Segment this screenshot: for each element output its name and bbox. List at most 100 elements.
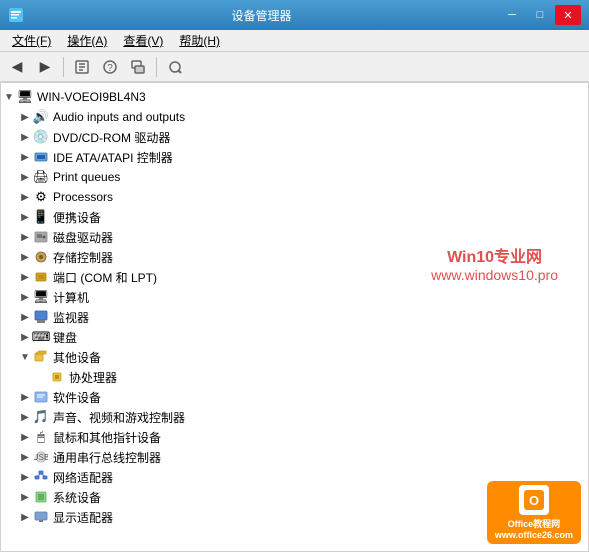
tree-item-other[interactable]: ▼ 其他设备 xyxy=(1,347,588,367)
dvd-expander[interactable]: ▶ xyxy=(17,129,33,145)
forward-button[interactable]: ▶ xyxy=(32,55,58,79)
print-expander[interactable]: ▶ xyxy=(17,169,33,185)
display-expander[interactable]: ▶ xyxy=(17,509,33,525)
keyboard-label: 键盘 xyxy=(53,329,77,346)
svg-text:?: ? xyxy=(107,63,113,74)
storage-expander[interactable]: ▶ xyxy=(17,249,33,265)
audio-label: Audio inputs and outputs xyxy=(53,110,185,124)
other-label: 其他设备 xyxy=(53,349,101,366)
device-tree: ▼ 🖥 WIN-VOEOI9BL4N3 ▶ 🔊 Audio inputs and… xyxy=(1,83,588,531)
ide-label: IDE ATA/ATAPI 控制器 xyxy=(53,149,173,166)
tree-item-usb[interactable]: ▶ USB 通用串行总线控制器 xyxy=(1,447,588,467)
title-bar: 设备管理器 ─ □ ✕ xyxy=(0,0,589,30)
menu-help[interactable]: 帮助(H) xyxy=(171,30,228,51)
root-expander[interactable]: ▼ xyxy=(1,89,17,105)
print-icon: 🖨 xyxy=(33,169,49,185)
tree-item-print[interactable]: ▶ 🖨 Print queues xyxy=(1,167,588,187)
minimize-button[interactable]: ─ xyxy=(499,5,525,25)
coprocessor-icon xyxy=(49,369,65,385)
network-label: 网络适配器 xyxy=(53,469,113,486)
window-controls: ─ □ ✕ xyxy=(499,5,581,25)
mouse-label: 鼠标和其他指针设备 xyxy=(53,429,161,446)
computer-expander[interactable]: ▶ xyxy=(17,289,33,305)
tree-item-dvd[interactable]: ▶ 💿 DVD/CD-ROM 驱动器 xyxy=(1,127,588,147)
menu-file[interactable]: 文件(F) xyxy=(4,30,59,51)
disk-icon xyxy=(33,229,49,245)
dvd-label: DVD/CD-ROM 驱动器 xyxy=(53,129,170,146)
ide-expander[interactable]: ▶ xyxy=(17,149,33,165)
tree-item-audio[interactable]: ▶ 🔊 Audio inputs and outputs xyxy=(1,107,588,127)
sound-expander[interactable]: ▶ xyxy=(17,409,33,425)
usb-icon: USB xyxy=(33,449,49,465)
disk-label: 磁盘驱动器 xyxy=(53,229,113,246)
tree-item-ide[interactable]: ▶ IDE ATA/ATAPI 控制器 xyxy=(1,147,588,167)
svg-text:USB: USB xyxy=(34,453,48,462)
scan-button[interactable] xyxy=(162,55,188,79)
office-logo: O xyxy=(519,485,549,515)
proc-expander[interactable]: ▶ xyxy=(17,189,33,205)
system-icon xyxy=(33,489,49,505)
close-button[interactable]: ✕ xyxy=(555,5,581,25)
properties-button[interactable] xyxy=(69,55,95,79)
disk-expander[interactable]: ▶ xyxy=(17,229,33,245)
coprocessor-label: 协处理器 xyxy=(69,369,117,386)
tree-item-storage[interactable]: ▶ 存储控制器 xyxy=(1,247,588,267)
back-button[interactable]: ◀ xyxy=(4,55,30,79)
mouse-icon: 🖱 xyxy=(33,429,49,445)
menu-view[interactable]: 查看(V) xyxy=(115,30,171,51)
office-badge[interactable]: O Office教程网 www.office26.com xyxy=(487,481,581,544)
portable-expander[interactable]: ▶ xyxy=(17,209,33,225)
monitor-label: 监视器 xyxy=(53,309,89,326)
port-label: 端口 (COM 和 LPT) xyxy=(53,269,157,286)
monitor-expander[interactable]: ▶ xyxy=(17,309,33,325)
computer-icon: 🖥 xyxy=(17,89,33,105)
system-expander[interactable]: ▶ xyxy=(17,489,33,505)
software-label: 软件设备 xyxy=(53,389,101,406)
tree-item-portable[interactable]: ▶ 📱 便携设备 xyxy=(1,207,588,227)
menu-action[interactable]: 操作(A) xyxy=(59,30,115,51)
maximize-button[interactable]: □ xyxy=(527,5,553,25)
tree-item-port[interactable]: ▶ 端口 (COM 和 LPT) xyxy=(1,267,588,287)
mouse-expander[interactable]: ▶ xyxy=(17,429,33,445)
display-icon xyxy=(33,509,49,525)
window-title: 设备管理器 xyxy=(24,7,499,24)
other-expander[interactable]: ▼ xyxy=(17,349,33,365)
root-label: WIN-VOEOI9BL4N3 xyxy=(37,90,146,104)
tree-item-software[interactable]: ▶ 软件设备 xyxy=(1,387,588,407)
tree-item-coprocessor[interactable]: ▶ 协处理器 xyxy=(1,367,588,387)
tree-item-keyboard[interactable]: ▶ ⌨ 键盘 xyxy=(1,327,588,347)
toolbar-separator-2 xyxy=(156,57,157,77)
toolbar-separator-1 xyxy=(63,57,64,77)
usb-expander[interactable]: ▶ xyxy=(17,449,33,465)
tree-item-mouse[interactable]: ▶ 🖱 鼠标和其他指针设备 xyxy=(1,427,588,447)
refresh-button[interactable] xyxy=(125,55,151,79)
coprocessor-expander[interactable]: ▶ xyxy=(33,369,49,385)
audio-expander[interactable]: ▶ xyxy=(17,109,33,125)
network-expander[interactable]: ▶ xyxy=(17,469,33,485)
computer-label: 计算机 xyxy=(53,289,89,306)
tree-item-proc[interactable]: ▶ ⚙ Processors xyxy=(1,187,588,207)
software-expander[interactable]: ▶ xyxy=(17,389,33,405)
sound-icon: 🎵 xyxy=(33,409,49,425)
tree-item-sound[interactable]: ▶ 🎵 声音、视频和游戏控制器 xyxy=(1,407,588,427)
keyboard-icon: ⌨ xyxy=(33,329,49,345)
software-icon xyxy=(33,389,49,405)
tree-item-disk[interactable]: ▶ 磁盘驱动器 xyxy=(1,227,588,247)
keyboard-expander[interactable]: ▶ xyxy=(17,329,33,345)
network-icon xyxy=(33,469,49,485)
app-icon xyxy=(8,7,24,23)
menu-bar: 文件(F) 操作(A) 查看(V) 帮助(H) xyxy=(0,30,589,52)
tree-root[interactable]: ▼ 🖥 WIN-VOEOI9BL4N3 xyxy=(1,87,588,107)
system-label: 系统设备 xyxy=(53,489,101,506)
dvd-icon: 💿 xyxy=(33,129,49,145)
help-button[interactable]: ? xyxy=(97,55,123,79)
tree-item-computer[interactable]: ▶ 🖥 计算机 xyxy=(1,287,588,307)
tree-item-monitor[interactable]: ▶ 监视器 xyxy=(1,307,588,327)
portable-label: 便携设备 xyxy=(53,209,101,226)
port-icon xyxy=(33,269,49,285)
port-expander[interactable]: ▶ xyxy=(17,269,33,285)
proc-icon: ⚙ xyxy=(33,189,49,205)
ide-icon xyxy=(33,149,49,165)
print-label: Print queues xyxy=(53,170,120,184)
toolbar: ◀ ▶ ? xyxy=(0,52,589,82)
